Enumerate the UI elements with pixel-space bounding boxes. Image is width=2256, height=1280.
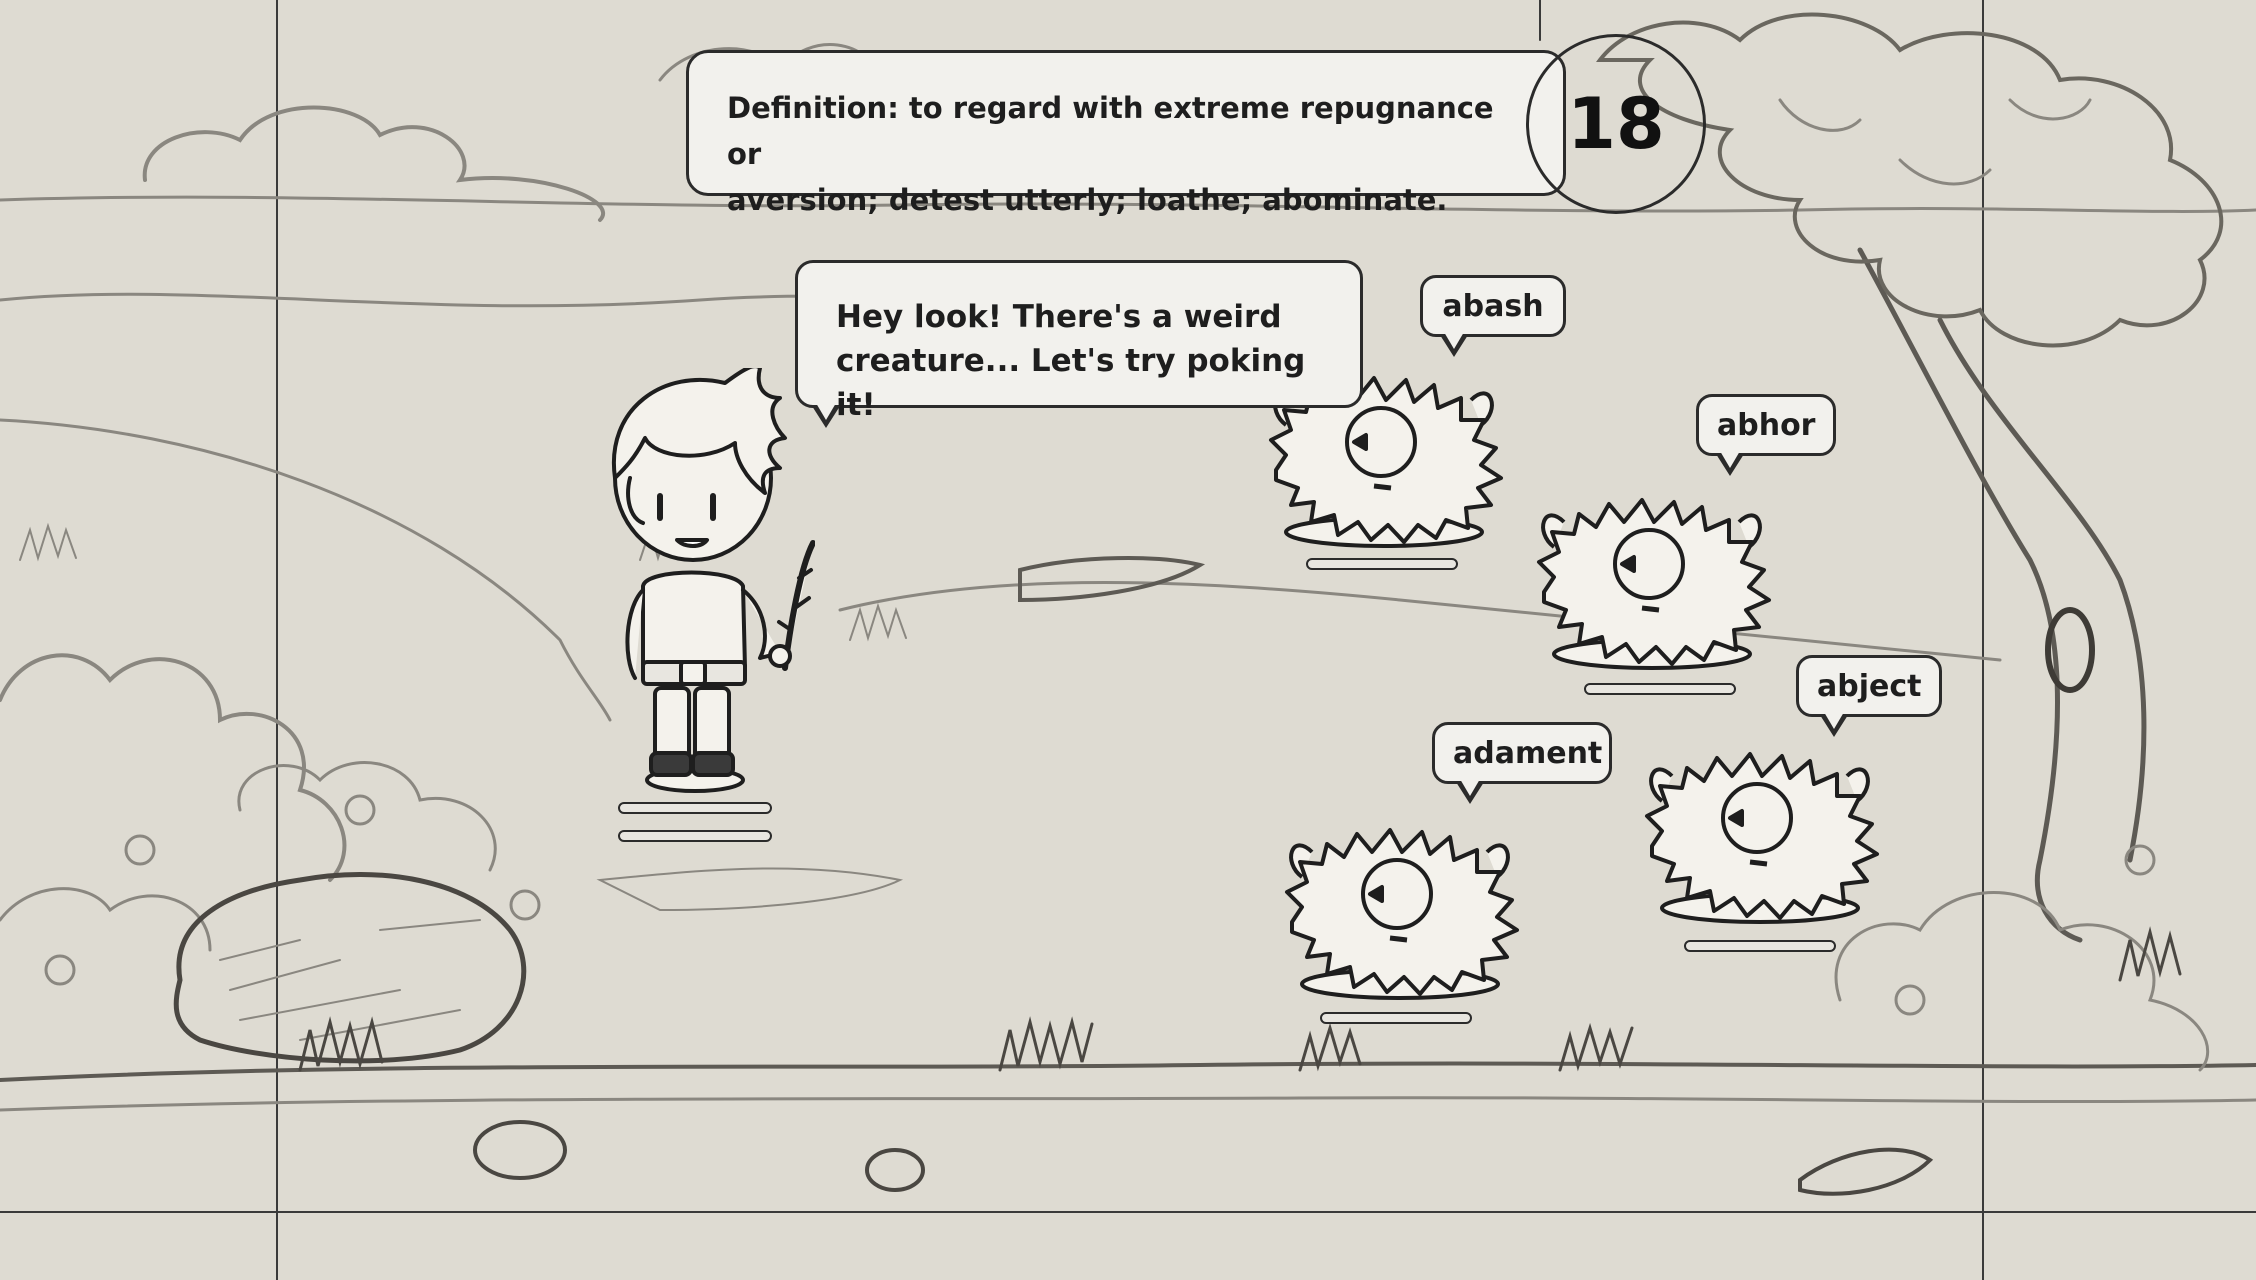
- hero-health-bar: [618, 802, 772, 814]
- hero-character[interactable]: [585, 368, 815, 793]
- fuzzy-creature-2[interactable]: [1524, 492, 1779, 672]
- word-abash-tail-fill: [1444, 332, 1464, 349]
- fuzzy-creature-3[interactable]: [1272, 822, 1527, 1002]
- word-abject-tail-fill: [1824, 712, 1844, 729]
- turn-counter: 18: [1526, 34, 1706, 214]
- word-choice-abject[interactable]: abject: [1796, 655, 1942, 717]
- dialogue-bubble: Hey look! There's a weird creature... Le…: [795, 260, 1363, 423]
- word-choice-abhor[interactable]: abhor: [1696, 394, 1836, 456]
- word-abhor-tail-fill: [1720, 451, 1740, 468]
- definition-panel: Definition: to regard with extreme repug…: [686, 50, 1566, 217]
- word-adament-tail-fill: [1460, 779, 1480, 796]
- creature-3-health-bar: [1320, 1012, 1472, 1024]
- creature-4-health-bar: [1684, 940, 1836, 952]
- fuzzy-creature-4[interactable]: [1632, 746, 1887, 926]
- creature-1-health-bar: [1306, 558, 1458, 570]
- definition-line-2: aversion; detest utterly; loathe; abomin…: [727, 183, 1448, 217]
- word-choice-abash[interactable]: abash: [1420, 275, 1566, 337]
- dialogue-bubble-tail-fill: [816, 403, 836, 420]
- hero-mana-bar: [618, 830, 772, 842]
- dialogue-line-1: Hey look! There's a weird: [836, 299, 1282, 335]
- word-choice-adament[interactable]: adament: [1432, 722, 1612, 784]
- creature-2-health-bar: [1584, 683, 1736, 695]
- dialogue-line-2: creature... Let's try poking it!: [836, 343, 1306, 423]
- game-scene: Definition: to regard with extreme repug…: [0, 0, 2256, 1280]
- definition-line-1: Definition: to regard with extreme repug…: [727, 91, 1494, 171]
